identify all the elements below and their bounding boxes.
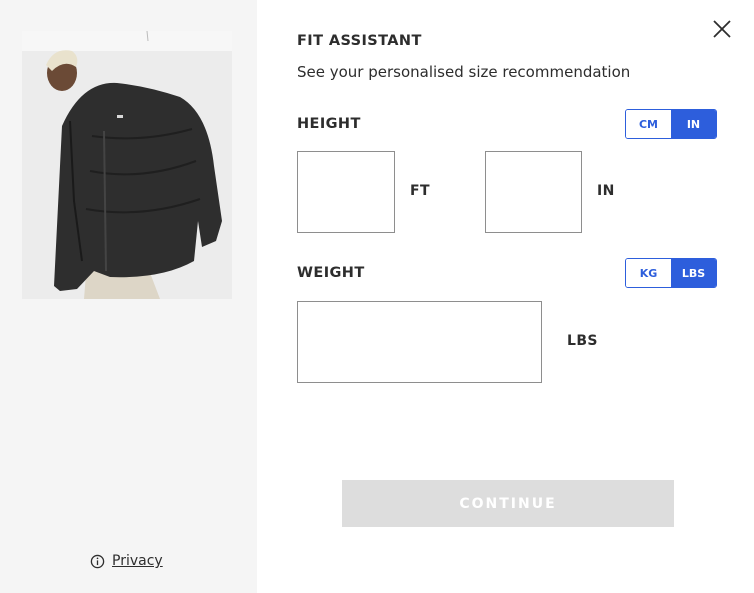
weight-unit-toggle: KG LBS <box>625 258 717 288</box>
product-photo <box>22 31 232 299</box>
modal-subtitle: See your personalised size recommendatio… <box>297 63 631 81</box>
privacy-label[interactable]: Privacy <box>112 553 163 569</box>
close-icon[interactable] <box>711 18 733 40</box>
height-inches-unit: IN <box>597 183 615 199</box>
weight-unit-lbs[interactable]: LBS <box>671 259 716 287</box>
info-icon <box>90 554 105 568</box>
close-button[interactable] <box>711 18 733 40</box>
weight-label: WEIGHT <box>297 265 365 281</box>
height-unit-cm[interactable]: CM <box>626 110 671 138</box>
continue-button[interactable]: CONTINUE <box>342 480 674 527</box>
product-sidebar: Privacy <box>0 0 257 593</box>
height-feet-unit: FT <box>410 183 430 199</box>
weight-input[interactable] <box>297 301 542 383</box>
modal-title: FIT ASSISTANT <box>297 33 422 49</box>
height-label: HEIGHT <box>297 116 361 132</box>
weight-unit: LBS <box>567 333 598 349</box>
privacy-link[interactable]: Privacy <box>90 553 163 569</box>
weight-unit-kg[interactable]: KG <box>626 259 671 287</box>
height-feet-input[interactable] <box>297 151 395 233</box>
product-image <box>22 31 232 299</box>
height-unit-toggle: CM IN <box>625 109 717 139</box>
height-unit-in[interactable]: IN <box>671 110 716 138</box>
height-inches-input[interactable] <box>485 151 582 233</box>
